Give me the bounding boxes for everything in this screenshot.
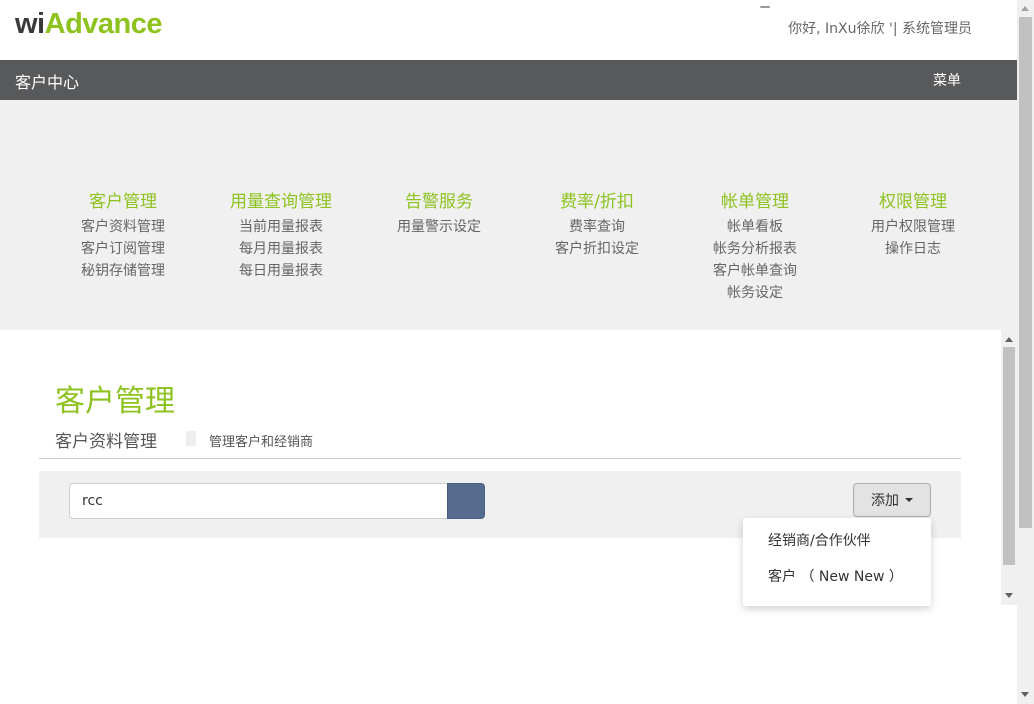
menu-item-customer-subscription[interactable]: 客户订阅管理	[43, 238, 203, 260]
menu-item-customer-discount[interactable]: 客户折扣设定	[517, 238, 677, 260]
user-greeting[interactable]: 你好, InXu徐欣 '| 系统管理员	[788, 18, 972, 38]
page-scrollbar-thumb[interactable]	[1019, 17, 1032, 528]
logo-text-advance: Advance	[44, 8, 163, 40]
caret-down-icon	[905, 498, 913, 502]
wiadvance-logo[interactable]: wiAdvance	[15, 6, 163, 42]
menu-item-operation-log[interactable]: 操作日志	[833, 238, 993, 260]
logo-text-wi: wi	[15, 8, 45, 40]
mega-menu: 客户管理 客户资料管理 客户订阅管理 秘钥存储管理 用量查询管理 当前用量报表 …	[0, 100, 1017, 330]
menu-column-billing: 帐单管理 帐单看板 帐务分析报表 客户帐单查询 帐务设定	[675, 190, 835, 304]
menu-item-key-storage[interactable]: 秘钥存储管理	[43, 260, 203, 282]
menu-toggle[interactable]: 菜单	[933, 70, 961, 90]
page-scrollbar[interactable]	[1017, 0, 1034, 704]
page-description: 管理客户和经销商	[209, 435, 314, 450]
menu-column-alerts: 告警服务 用量警示设定	[359, 190, 519, 238]
dropdown-item-reseller-partner[interactable]: 经销商/合作伙伴	[743, 524, 931, 560]
menu-heading-usage-management[interactable]: 用量查询管理	[201, 190, 361, 214]
menu-item-current-usage[interactable]: 当前用量报表	[201, 216, 361, 238]
menu-heading-permission-management[interactable]: 权限管理	[833, 190, 993, 214]
main-content: 客户管理 客户资料管理 管理客户和经销商 添加 经销商/合作伙伴 客户 （ Ne…	[0, 330, 1001, 704]
menu-item-daily-usage[interactable]: 每日用量报表	[201, 260, 361, 282]
menu-heading-customer-management[interactable]: 客户管理	[43, 190, 203, 214]
search-button[interactable]	[447, 483, 485, 519]
menu-item-billing-dashboard[interactable]: 帐单看板	[675, 216, 835, 238]
menu-heading-alert-service[interactable]: 告警服务	[359, 190, 519, 214]
add-button[interactable]: 添加	[853, 483, 931, 517]
add-button-label: 添加	[871, 493, 899, 509]
add-dropdown-menu: 经销商/合作伙伴 客户 （ New New ）	[743, 518, 931, 606]
menu-column-permissions: 权限管理 用户权限管理 操作日志	[833, 190, 993, 260]
scroll-down-arrow-icon[interactable]	[1005, 593, 1013, 598]
greeting-mark	[760, 6, 770, 8]
menu-column-usage: 用量查询管理 当前用量报表 每月用量报表 每日用量报表	[201, 190, 361, 282]
menu-item-billing-settings[interactable]: 帐务设定	[675, 282, 835, 304]
page-title: 客户管理	[55, 384, 175, 419]
menu-column-rates: 费率/折扣 费率查询 客户折扣设定	[517, 190, 677, 260]
dropdown-item-customer[interactable]: 客户 （ New New ）	[743, 560, 931, 596]
page-scroll-up-arrow-icon[interactable]	[1021, 6, 1029, 11]
menu-item-usage-alert-settings[interactable]: 用量警示设定	[359, 216, 519, 238]
menu-heading-billing-management[interactable]: 帐单管理	[675, 190, 835, 214]
page-subtitle: 客户资料管理	[55, 432, 157, 452]
menu-item-billing-analysis[interactable]: 帐务分析报表	[675, 238, 835, 260]
menu-item-user-permissions[interactable]: 用户权限管理	[833, 216, 993, 238]
nav-title[interactable]: 客户中心	[15, 69, 79, 93]
content-scrollbar-thumb[interactable]	[1003, 347, 1015, 565]
search-input[interactable]	[69, 483, 448, 519]
menu-item-customer-bill-query[interactable]: 客户帐单查询	[675, 260, 835, 282]
menu-item-customer-profile[interactable]: 客户资料管理	[43, 216, 203, 238]
menu-column-customer: 客户管理 客户资料管理 客户订阅管理 秘钥存储管理	[43, 190, 203, 282]
menu-item-monthly-usage[interactable]: 每月用量报表	[201, 238, 361, 260]
top-header: wiAdvance 你好, InXu徐欣 '| 系统管理员	[0, 0, 1017, 60]
nav-bar: 客户中心 菜单	[0, 60, 1017, 100]
page-scroll-down-arrow-icon[interactable]	[1021, 692, 1029, 697]
menu-heading-rates-discounts[interactable]: 费率/折扣	[517, 190, 677, 214]
subtitle-separator	[186, 431, 196, 446]
scroll-up-arrow-icon[interactable]	[1005, 337, 1013, 342]
content-scrollbar[interactable]	[1001, 330, 1017, 605]
menu-item-rate-query[interactable]: 费率查询	[517, 216, 677, 238]
header-divider	[39, 458, 961, 459]
